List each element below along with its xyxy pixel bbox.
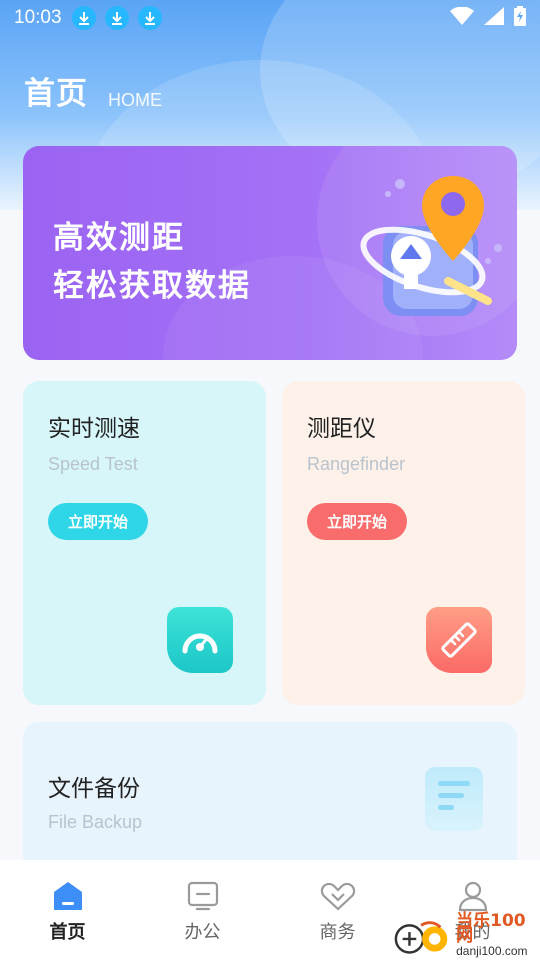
watermark-logo-icon (394, 920, 448, 954)
card-subtitle: Rangefinder (307, 454, 406, 474)
signal-icon (484, 7, 504, 29)
tab-label: 首页 (49, 922, 86, 943)
card-subtitle: Speed Test (48, 454, 138, 474)
file-backup-card[interactable]: 文件备份 File Backup (23, 722, 517, 872)
download-icon (104, 6, 129, 30)
tab-home[interactable]: 首页 (0, 860, 135, 960)
promo-banner[interactable]: 高效测距 轻松获取数据 (23, 146, 517, 360)
tab-business[interactable]: 商务 (270, 860, 405, 960)
watermark: 当乐100网 danji100.com (392, 913, 540, 960)
speed-test-card[interactable]: 实时测速 Speed Test 立即开始 (23, 381, 266, 705)
home-icon (52, 880, 84, 916)
tab-office[interactable]: 办公 (135, 860, 270, 960)
banner-line-2: 轻松获取数据 (53, 268, 251, 304)
status-time: 10:03 (14, 7, 62, 28)
wifi-icon (450, 6, 474, 29)
ruler-icon (426, 607, 492, 673)
banner-line-1: 高效测距 (53, 220, 185, 256)
page-title: 首页 (24, 76, 88, 112)
download-icon (71, 6, 96, 30)
download-icon (137, 6, 162, 30)
card-subtitle: File Backup (48, 812, 143, 832)
page-subtitle: HOME (108, 90, 162, 110)
card-title: 实时测速 (48, 416, 140, 442)
battery-charging-icon (514, 6, 526, 30)
watermark-url: danji100.com (456, 944, 528, 958)
status-bar: 10:03 (0, 0, 540, 36)
card-title: 测距仪 (307, 416, 376, 442)
start-rangefinder-button[interactable]: 立即开始 (307, 503, 407, 540)
tab-label: 办公 (184, 922, 221, 943)
handshake-icon (320, 880, 356, 916)
rangefinder-card[interactable]: 测距仪 Rangefinder 立即开始 (282, 381, 525, 705)
monitor-icon (187, 880, 219, 916)
map-location-pin-icon (338, 176, 517, 340)
start-speed-test-button[interactable]: 立即开始 (48, 503, 148, 540)
watermark-text: 当乐100网 (456, 911, 526, 946)
card-title: 文件备份 (48, 776, 140, 802)
page-header: 首页 HOME (24, 68, 162, 113)
speedometer-icon (167, 607, 233, 673)
document-icon (425, 767, 483, 831)
tab-label: 商务 (319, 922, 356, 943)
